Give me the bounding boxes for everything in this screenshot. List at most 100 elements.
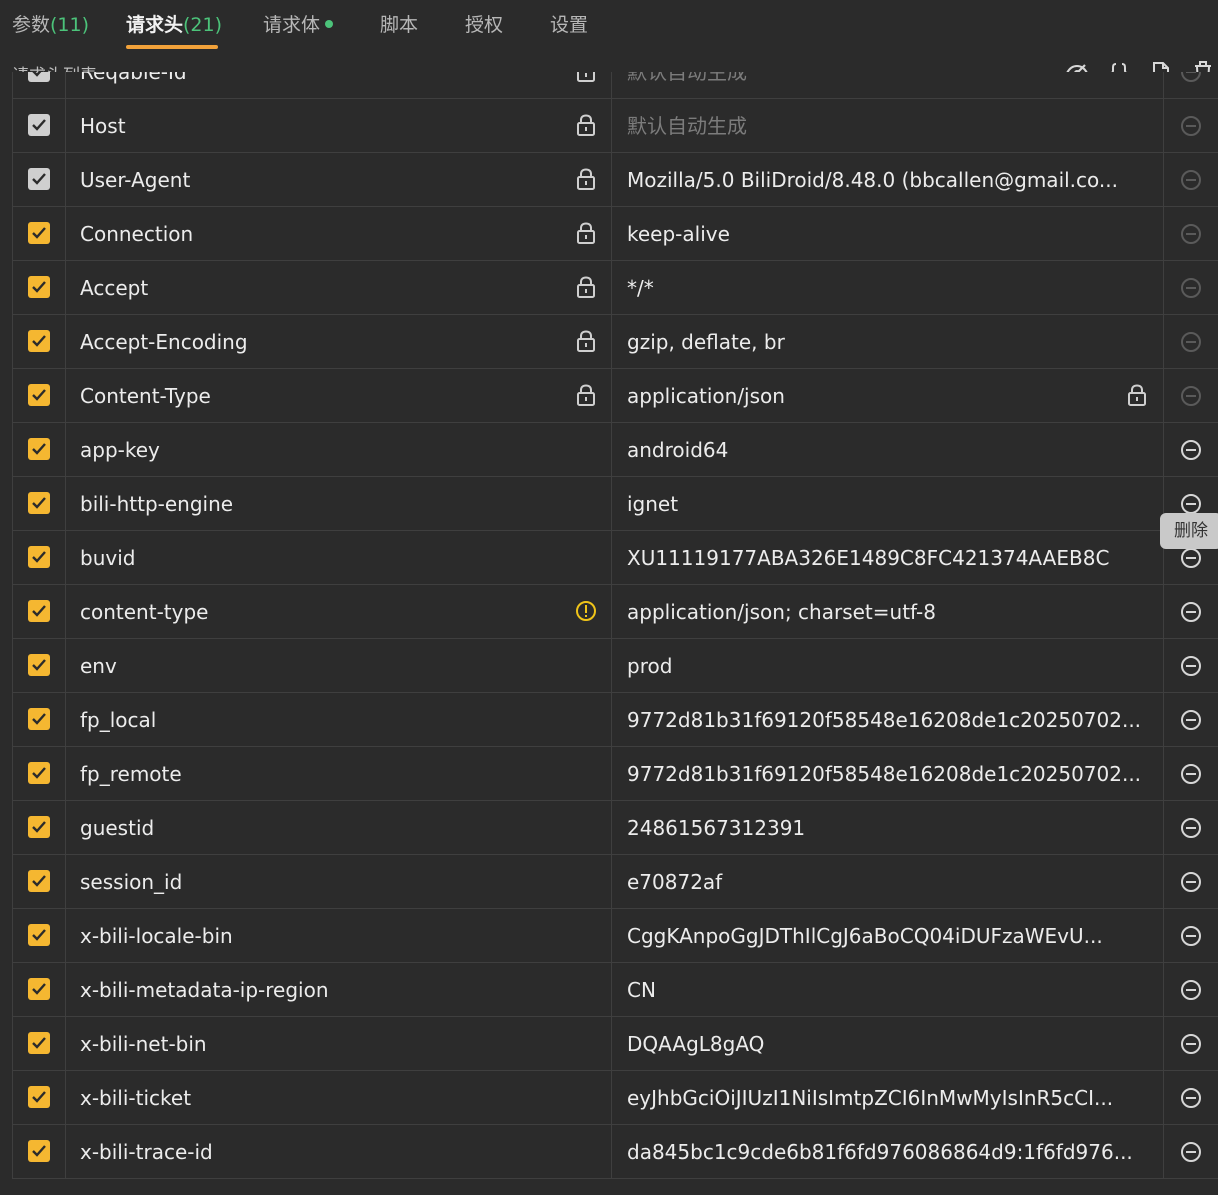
checkbox-cell <box>12 72 66 98</box>
header-name-cell[interactable]: env <box>65 639 612 692</box>
header-name-cell[interactable]: fp_remote <box>65 747 612 800</box>
header-name-cell[interactable]: buvid <box>65 531 612 584</box>
header-name-cell[interactable]: Content-Type <box>65 369 612 422</box>
header-value-cell[interactable]: 9772d81b31f69120f58548e16208de1c20250702… <box>612 747 1164 800</box>
header-value-cell[interactable]: application/json; charset=utf-8 <box>612 585 1164 638</box>
tab-headers[interactable]: 请求头(21) <box>126 10 222 40</box>
remove-row-icon[interactable] <box>1180 1087 1202 1109</box>
remove-row-icon[interactable] <box>1180 1033 1202 1055</box>
enable-checkbox[interactable] <box>28 1140 50 1162</box>
header-value: 默认自动生成 <box>627 114 747 138</box>
header-name-cell[interactable]: x-bili-trace-id <box>65 1125 612 1178</box>
tab-label: 设置 <box>550 14 589 36</box>
enable-checkbox[interactable] <box>28 438 50 460</box>
enable-checkbox[interactable] <box>28 384 50 406</box>
remove-row-icon[interactable] <box>1180 817 1202 839</box>
enable-checkbox[interactable] <box>28 978 50 1000</box>
table-row: x-bili-trace-id da845bc1c9cde6b81f6fd9760… <box>12 1125 1218 1179</box>
enable-checkbox[interactable] <box>28 708 50 730</box>
header-value-cell[interactable]: CN <box>612 963 1164 1016</box>
action-cell <box>1164 72 1218 98</box>
enable-checkbox[interactable] <box>28 924 50 946</box>
header-name-cell[interactable]: Reqable-Id <box>65 72 612 98</box>
remove-row-icon[interactable] <box>1180 493 1202 515</box>
enable-checkbox[interactable] <box>28 222 50 244</box>
action-cell <box>1164 1017 1218 1070</box>
header-value: application/json <box>627 384 785 408</box>
header-value-cell[interactable]: XU11119177ABA326E1489C8FC421374AAEB8C <box>612 531 1164 584</box>
header-name-cell[interactable]: x-bili-ticket <box>65 1071 612 1124</box>
remove-row-icon[interactable] <box>1180 601 1202 623</box>
header-name: fp_local <box>80 708 157 732</box>
remove-row-icon[interactable] <box>1180 547 1202 569</box>
header-value-cell[interactable]: e70872af <box>612 855 1164 908</box>
header-value-cell[interactable]: 24861567312391 <box>612 801 1164 854</box>
enable-checkbox[interactable] <box>28 276 50 298</box>
header-value-cell[interactable]: Mozilla/5.0 BiliDroid/8.48.0 (bbcallen@g… <box>612 153 1164 206</box>
enable-checkbox[interactable] <box>28 546 50 568</box>
action-cell <box>1164 99 1218 152</box>
tab-script[interactable]: 脚本 <box>380 10 418 40</box>
tab-auth[interactable]: 授权 <box>465 10 503 40</box>
enable-checkbox[interactable] <box>28 330 50 352</box>
tab-params[interactable]: 参数(11) <box>12 10 89 40</box>
header-value: e70872af <box>627 870 723 894</box>
header-name-cell[interactable]: Accept <box>65 261 612 314</box>
header-name-cell[interactable]: x-bili-net-bin <box>65 1017 612 1070</box>
header-value-cell[interactable]: android64 <box>612 423 1164 476</box>
remove-row-icon[interactable] <box>1180 1141 1202 1163</box>
header-name-cell[interactable]: session_id <box>65 855 612 908</box>
header-name-cell[interactable]: fp_local <box>65 693 612 746</box>
header-value-cell[interactable]: gzip, deflate, br <box>612 315 1164 368</box>
tab-body[interactable]: 请求体 <box>263 10 334 40</box>
action-cell <box>1164 261 1218 314</box>
header-name-cell[interactable]: Host <box>65 99 612 152</box>
header-name-cell[interactable]: x-bili-locale-bin <box>65 909 612 962</box>
header-name: bili-http-engine <box>80 492 234 516</box>
enable-checkbox[interactable] <box>28 870 50 892</box>
enable-checkbox[interactable] <box>28 1086 50 1108</box>
header-value-cell[interactable]: DQAAgL8gAQ <box>612 1017 1164 1070</box>
header-name-cell[interactable]: Connection <box>65 207 612 260</box>
header-name-cell[interactable]: app-key <box>65 423 612 476</box>
remove-row-icon[interactable] <box>1180 871 1202 893</box>
enable-checkbox[interactable] <box>28 72 50 82</box>
action-cell <box>1164 369 1218 422</box>
header-value-cell[interactable]: prod <box>612 639 1164 692</box>
lock-icon <box>576 72 596 82</box>
header-name-cell[interactable]: Accept-Encoding <box>65 315 612 368</box>
header-name-cell[interactable]: User-Agent <box>65 153 612 206</box>
enable-checkbox[interactable] <box>28 168 50 190</box>
header-value-cell[interactable]: keep-alive <box>612 207 1164 260</box>
remove-row-icon[interactable] <box>1180 979 1202 1001</box>
remove-row-icon[interactable] <box>1180 925 1202 947</box>
header-value-cell[interactable]: 默认自动生成 <box>612 99 1164 152</box>
header-value-cell[interactable]: da845bc1c9cde6b81f6fd976086864d9:1f6fd97… <box>612 1125 1164 1178</box>
tab-settings[interactable]: 设置 <box>550 10 588 40</box>
tab-count: (21) <box>183 14 223 36</box>
header-value-cell[interactable]: */* <box>612 261 1164 314</box>
header-value-cell[interactable]: ignet <box>612 477 1164 530</box>
header-name-cell[interactable]: x-bili-metadata-ip-region <box>65 963 612 1016</box>
enable-checkbox[interactable] <box>28 600 50 622</box>
table-row: fp_local 9772d81b31f69120f58548e16208de1c… <box>12 693 1218 747</box>
header-value-cell[interactable]: CggKAnpoGgJDThIlCgJ6aBoCQ04iDUFzaWEvU... <box>612 909 1164 962</box>
header-value: 24861567312391 <box>627 816 806 840</box>
header-value-cell[interactable]: 9772d81b31f69120f58548e16208de1c20250702… <box>612 693 1164 746</box>
header-value-cell[interactable]: 默认自动生成 <box>612 72 1164 98</box>
enable-checkbox[interactable] <box>28 762 50 784</box>
remove-row-icon[interactable] <box>1180 439 1202 461</box>
enable-checkbox[interactable] <box>28 492 50 514</box>
enable-checkbox[interactable] <box>28 654 50 676</box>
remove-row-icon[interactable] <box>1180 763 1202 785</box>
remove-row-icon[interactable] <box>1180 709 1202 731</box>
header-value-cell[interactable]: eyJhbGciOiJIUzI1NiIsImtpZCI6InMwMyIsInR5… <box>612 1071 1164 1124</box>
header-value-cell[interactable]: application/json <box>612 369 1164 422</box>
enable-checkbox[interactable] <box>28 1032 50 1054</box>
header-name-cell[interactable]: bili-http-engine <box>65 477 612 530</box>
enable-checkbox[interactable] <box>28 114 50 136</box>
enable-checkbox[interactable] <box>28 816 50 838</box>
remove-row-icon[interactable] <box>1180 655 1202 677</box>
header-name-cell[interactable]: guestid <box>65 801 612 854</box>
header-name-cell[interactable]: content-type <box>65 585 612 638</box>
